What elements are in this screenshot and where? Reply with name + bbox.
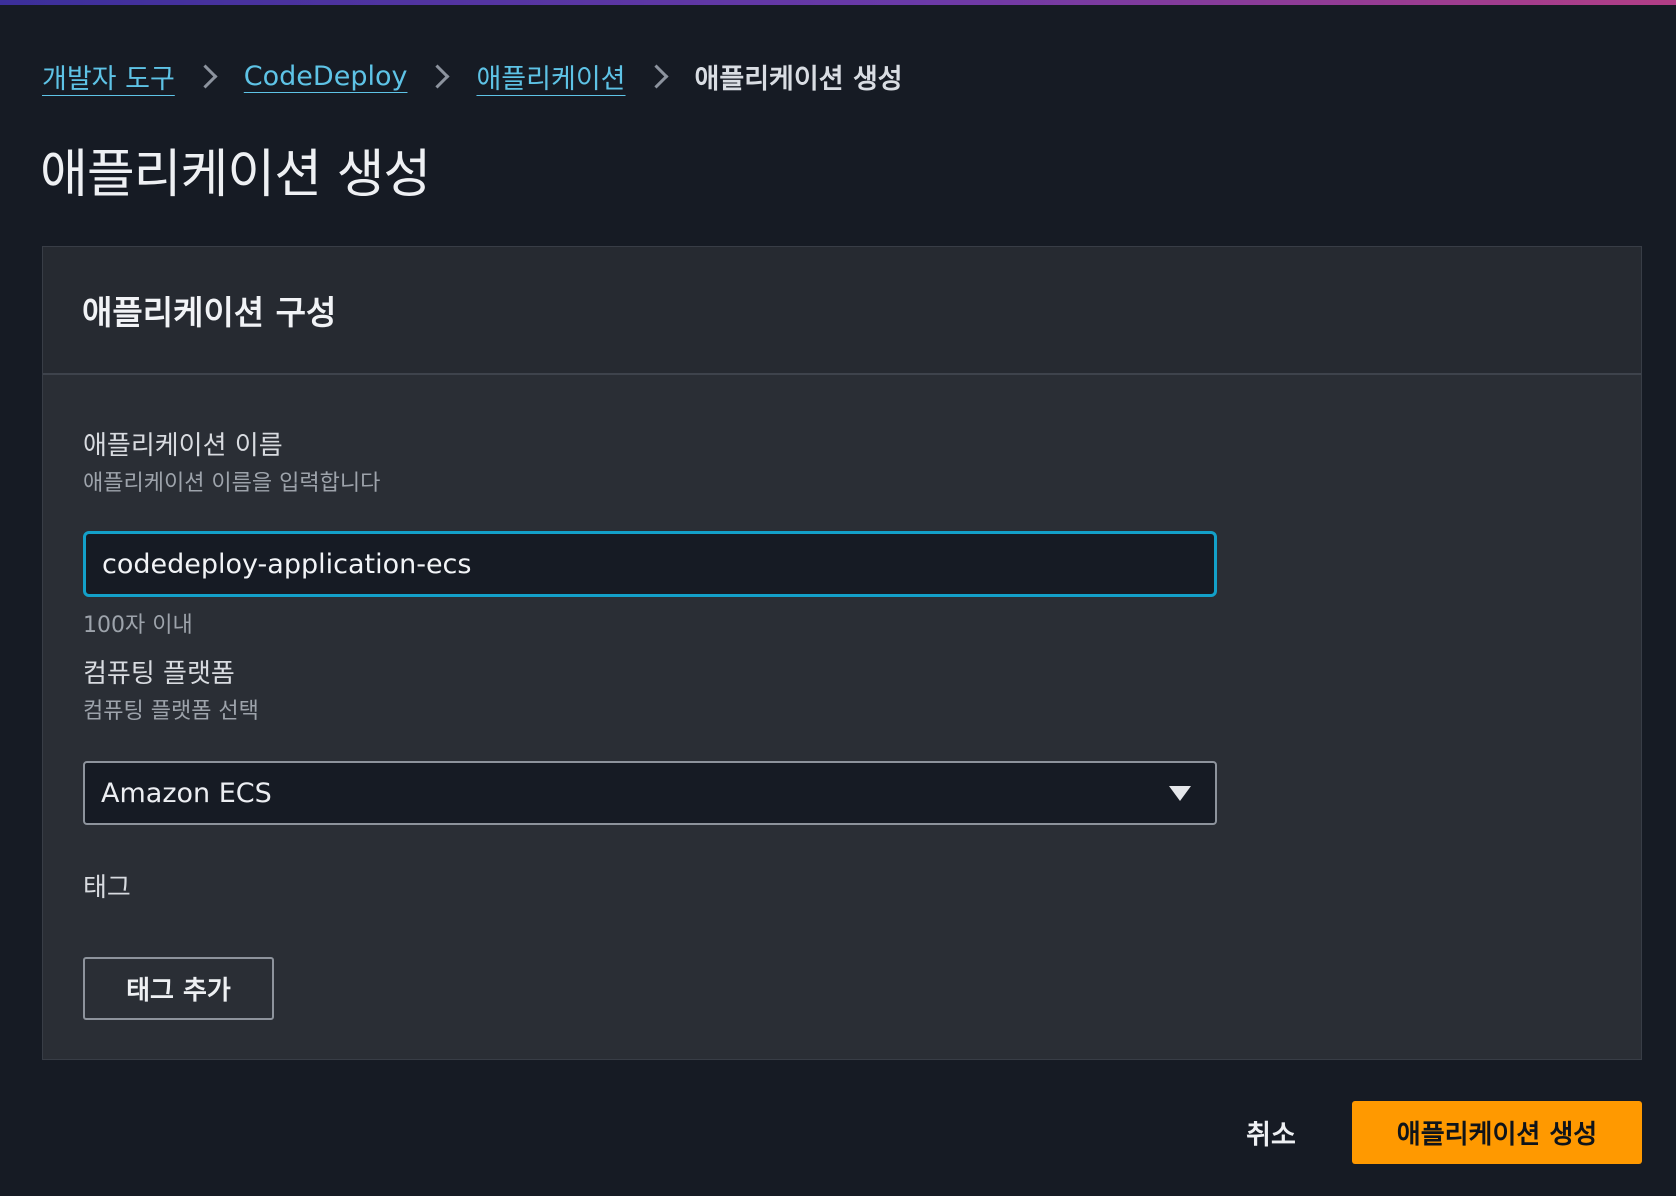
create-application-button[interactable]: 애플리케이션 생성: [1352, 1101, 1642, 1164]
caret-down-icon: [1169, 785, 1191, 801]
platform-description: 컴퓨팅 플랫폼 선택: [83, 699, 259, 724]
page-title: 애플리케이션 생성: [40, 145, 431, 205]
app-name-label: 애플리케이션 이름: [83, 431, 283, 461]
breadcrumb-applications[interactable]: 애플리케이션: [476, 57, 625, 96]
add-tag-button[interactable]: 태그 추가: [83, 957, 274, 1020]
application-config-panel: 애플리케이션 구성 애플리케이션 이름 애플리케이션 이름을 입력합니다 100…: [42, 246, 1642, 1060]
app-name-constraint: 100자 이내: [83, 613, 193, 638]
platform-selected-value: Amazon ECS: [101, 777, 272, 809]
chevron-right-icon: [193, 63, 218, 89]
app-name-description: 애플리케이션 이름을 입력합니다: [83, 471, 381, 496]
breadcrumb: 개발자 도구 CodeDeploy 애플리케이션 애플리케이션 생성: [42, 56, 903, 96]
platform-label: 컴퓨팅 플랫폼: [83, 659, 235, 689]
app-name-input[interactable]: [83, 531, 1217, 597]
breadcrumb-developer-tools[interactable]: 개발자 도구: [42, 57, 175, 96]
panel-title: 애플리케이션 구성: [82, 293, 337, 332]
platform-select[interactable]: Amazon ECS: [83, 761, 1217, 825]
breadcrumb-current: 애플리케이션 생성: [694, 63, 903, 95]
breadcrumb-codedeploy[interactable]: CodeDeploy: [244, 61, 408, 92]
top-accent-strip: [0, 0, 1676, 5]
chevron-right-icon: [425, 63, 450, 89]
cancel-button[interactable]: 취소: [1216, 1100, 1326, 1164]
tags-label: 태그: [83, 873, 131, 903]
chevron-right-icon: [643, 63, 669, 89]
panel-header: 애플리케이션 구성: [43, 247, 1641, 375]
